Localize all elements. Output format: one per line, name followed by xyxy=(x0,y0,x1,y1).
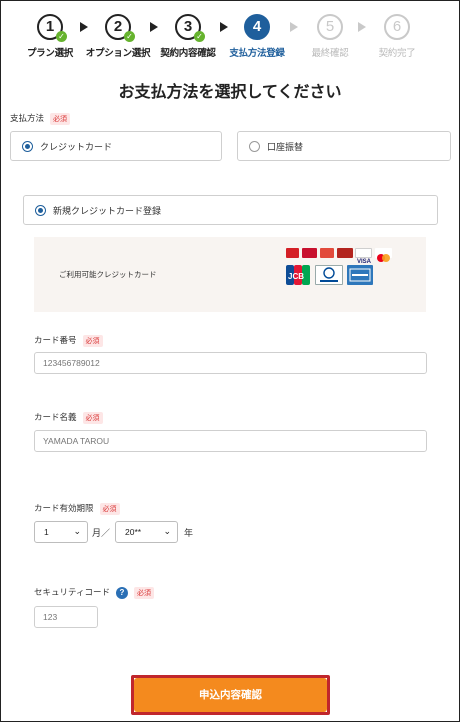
month-unit-label: 月／ xyxy=(92,529,111,539)
chevron-down-icon: ⌄ xyxy=(163,526,171,536)
expiry-year-select[interactable]: 20** ⌄ xyxy=(115,521,178,543)
american-express-icon xyxy=(347,265,373,285)
card-number-input[interactable] xyxy=(34,352,427,374)
step-number-circle: 4 xyxy=(244,14,270,40)
step-number-circle: 1 ✓ xyxy=(37,14,67,42)
credit-card-option-label: クレジットカード xyxy=(40,143,113,153)
required-badge: 必須 xyxy=(82,411,103,424)
expiry-label: カード有効期限 必須 xyxy=(34,502,120,515)
credit-card-option[interactable]: クレジットカード xyxy=(10,131,222,161)
svg-text:VISA: VISA xyxy=(357,259,371,264)
expiry-year-value: 20** xyxy=(125,527,142,537)
help-icon[interactable]: ? xyxy=(116,586,128,599)
radio-unselected-icon[interactable] xyxy=(249,141,260,152)
payment-method-label: 支払方法 必須 xyxy=(10,112,71,125)
required-badge: 必須 xyxy=(50,112,71,125)
radio-selected-icon[interactable] xyxy=(35,205,46,216)
security-code-label-text: セキュリティコード xyxy=(34,588,110,598)
expiry-month-select[interactable]: 1 ⌄ xyxy=(34,521,88,543)
available-cards-panel: ご利用可能クレジットカード VISA JCB xyxy=(34,237,426,312)
required-badge: 必須 xyxy=(99,502,120,515)
step-number-circle: 2 ✓ xyxy=(105,14,135,42)
saison-icon xyxy=(286,248,299,258)
step-number-circle: 5 xyxy=(317,14,343,40)
year-unit-label: 年 xyxy=(184,529,194,539)
card-number-label: カード番号 必須 xyxy=(34,334,103,347)
svg-text:JCB: JCB xyxy=(288,272,304,281)
new-credit-card-option[interactable]: 新規クレジットカード登録 xyxy=(23,195,438,225)
step-contract-complete: 6 契約完了 xyxy=(352,14,442,59)
nicos-icon xyxy=(320,248,334,258)
uc-icon xyxy=(337,248,353,258)
page-title: お支払方法を選択してください xyxy=(118,82,342,101)
diners-club-icon xyxy=(315,265,343,285)
confirm-application-button[interactable]: 申込内容確認 xyxy=(134,678,327,712)
jcb-icon: JCB xyxy=(286,265,310,285)
visa-icon: VISA xyxy=(355,248,372,265)
progress-stepper: 1 ✓ プラン選択 2 ✓ オプション選択 3 ✓ 契約内容確認 4 支払方法登録 5… xyxy=(0,14,460,64)
bank-transfer-option-label: 口座振替 xyxy=(267,143,304,153)
step-number-circle: 6 xyxy=(384,14,410,40)
security-code-input[interactable] xyxy=(34,606,98,628)
dc-icon xyxy=(302,248,317,258)
radio-selected-icon[interactable] xyxy=(22,141,33,152)
card-name-input[interactable] xyxy=(34,430,427,452)
bank-transfer-option[interactable]: 口座振替 xyxy=(237,131,451,161)
new-credit-card-label: 新規クレジットカード登録 xyxy=(53,207,162,217)
expiry-label-text: カード有効期限 xyxy=(34,504,94,514)
chevron-down-icon: ⌄ xyxy=(73,526,81,536)
security-code-label: セキュリティコード? 必須 xyxy=(34,586,154,599)
required-badge: 必須 xyxy=(82,334,103,347)
step-label: 契約完了 xyxy=(378,48,416,59)
required-badge: 必須 xyxy=(134,586,154,599)
check-icon: ✓ xyxy=(124,31,135,42)
card-name-label: カード名義 必須 xyxy=(34,411,103,424)
payment-method-label-text: 支払方法 xyxy=(10,114,45,124)
card-number-label-text: カード番号 xyxy=(34,336,77,346)
check-icon: ✓ xyxy=(194,31,205,42)
step-number-circle: 3 ✓ xyxy=(175,14,205,42)
check-icon: ✓ xyxy=(56,31,67,42)
card-name-label-text: カード名義 xyxy=(34,413,77,423)
expiry-month-value: 1 xyxy=(44,527,49,537)
mastercard-icon xyxy=(375,248,392,262)
available-cards-label: ご利用可能クレジットカード xyxy=(59,270,157,279)
